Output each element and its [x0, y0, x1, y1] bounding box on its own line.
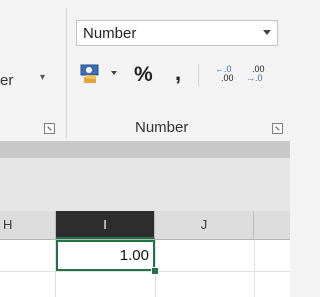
- column-header-i[interactable]: I: [56, 211, 155, 239]
- group-divider: [66, 8, 67, 138]
- column-header-h[interactable]: H: [0, 211, 56, 239]
- fill-handle[interactable]: [151, 267, 159, 275]
- dialog-launcher-icon[interactable]: [44, 123, 55, 134]
- ribbon-bottom-band: [0, 141, 290, 158]
- comma-style-button[interactable]: ,: [175, 60, 181, 86]
- number-format-value: Number: [83, 25, 137, 42]
- column-header-j-label: J: [200, 217, 208, 232]
- increase-decimal-button[interactable]: ←.0 .00: [215, 65, 241, 89]
- formula-bar-area: [0, 158, 290, 212]
- active-cell-i[interactable]: 1.00: [56, 240, 155, 271]
- increase-decimal-bottom: .00: [221, 73, 234, 83]
- chevron-down-icon[interactable]: [263, 30, 271, 35]
- decrease-decimal-button[interactable]: .00 →.0: [246, 65, 272, 89]
- column-header-h-label: H: [3, 217, 13, 232]
- column-header-next[interactable]: [254, 211, 290, 239]
- decrease-decimal-bottom: →.0: [246, 73, 263, 83]
- dialog-launcher-icon[interactable]: [272, 123, 283, 134]
- chevron-down-icon[interactable]: [111, 71, 117, 75]
- divider: [198, 64, 199, 86]
- percent-style-button[interactable]: %: [134, 63, 153, 87]
- prev-group-partial-label: er: [0, 72, 14, 89]
- column-header-i-label: I: [103, 217, 107, 232]
- accounting-format-button[interactable]: [80, 63, 104, 85]
- number-group-label: Number: [135, 119, 189, 136]
- gridline: [254, 240, 255, 297]
- chevron-down-icon[interactable]: ▾: [40, 72, 45, 83]
- column-header-j[interactable]: J: [155, 211, 254, 239]
- gridline: [0, 271, 290, 272]
- number-format-dropdown[interactable]: Number: [76, 20, 278, 46]
- accounting-format-icon: [80, 64, 99, 83]
